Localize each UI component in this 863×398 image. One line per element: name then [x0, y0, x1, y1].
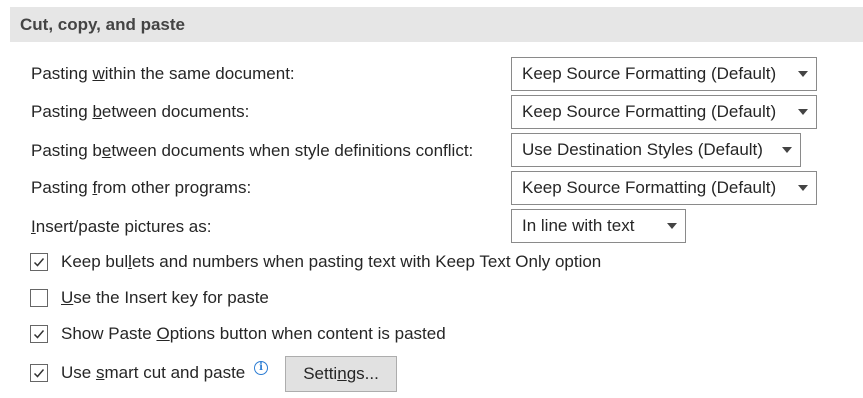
insert-key-checkbox[interactable] — [30, 289, 48, 307]
section-header: Cut, copy, and paste — [10, 7, 863, 42]
paste-options-label[interactable]: Show Paste Options button when content i… — [61, 324, 446, 344]
keep-bullets-checkbox[interactable] — [30, 253, 48, 271]
label-text: rom other programs: — [97, 178, 252, 197]
label-text: mart cut and paste — [104, 363, 246, 382]
label-text: Use — [61, 363, 96, 382]
label-text: Keep bul — [61, 252, 129, 271]
pasting-between-label: Pasting between documents: — [31, 102, 249, 122]
button-text: gs... — [346, 364, 379, 383]
insert-key-label[interactable]: Use the Insert key for paste — [61, 288, 269, 308]
paste-options-checkbox[interactable] — [30, 325, 48, 343]
chevron-down-icon — [798, 109, 808, 115]
label-text: nsert/paste pictures as: — [35, 217, 212, 236]
label-text: ithin the same document: — [104, 64, 295, 83]
checkmark-icon — [33, 330, 45, 339]
label-text: tween documents when style definitions c… — [111, 141, 474, 160]
checkmark-icon — [33, 369, 45, 378]
pictures-label: Insert/paste pictures as: — [31, 217, 212, 237]
dropdown-value: In line with text — [522, 216, 635, 235]
info-icon[interactable]: i — [254, 361, 268, 375]
access-key: b — [92, 102, 102, 121]
label-text: se the Insert key for paste — [73, 288, 269, 307]
label-text: Show Paste — [61, 324, 157, 343]
dropdown-value: Keep Source Formatting (Default) — [522, 102, 777, 121]
settings-button[interactable]: Settings... — [285, 356, 397, 392]
other-programs-dropdown[interactable]: Keep Source Formatting (Default) — [511, 171, 817, 205]
access-key: U — [61, 288, 74, 307]
label-text: ets and numbers when pasting text with K… — [131, 252, 602, 271]
access-key: O — [156, 324, 170, 343]
keep-bullets-label[interactable]: Keep bullets and numbers when pasting te… — [61, 252, 601, 272]
style-conflict-label: Pasting between documents when style def… — [31, 141, 473, 161]
chevron-down-icon — [798, 71, 808, 77]
pasting-between-dropdown[interactable]: Keep Source Formatting (Default) — [511, 95, 817, 129]
smart-cut-label[interactable]: Use smart cut and paste — [61, 363, 245, 383]
access-key: n — [337, 364, 347, 383]
label-text: etween documents: — [101, 102, 250, 121]
pasting-within-label: Pasting within the same document: — [31, 64, 295, 84]
chevron-down-icon — [798, 185, 808, 191]
button-text: Setti — [303, 364, 338, 383]
label-text: ptions button when content is pasted — [169, 324, 446, 343]
access-key: e — [101, 141, 112, 160]
dropdown-value: Use Destination Styles (Default) — [522, 140, 763, 159]
dropdown-value: Keep Source Formatting (Default) — [522, 178, 777, 197]
chevron-down-icon — [667, 223, 677, 229]
pictures-dropdown[interactable]: In line with text — [511, 209, 686, 243]
section-title: Cut, copy, and paste — [20, 15, 185, 34]
style-conflict-dropdown[interactable]: Use Destination Styles (Default) — [511, 133, 801, 167]
pasting-within-dropdown[interactable]: Keep Source Formatting (Default) — [511, 57, 817, 91]
access-key: w — [92, 64, 105, 83]
smart-cut-checkbox[interactable] — [30, 364, 48, 382]
checkmark-icon — [33, 258, 45, 267]
other-programs-label: Pasting from other programs: — [31, 178, 251, 198]
label-text: Pasting — [31, 102, 93, 121]
label-text: Pasting — [31, 178, 93, 197]
chevron-down-icon — [782, 147, 792, 153]
dropdown-value: Keep Source Formatting (Default) — [522, 64, 777, 83]
label-text: Pasting b — [31, 141, 102, 160]
label-text: Pasting — [31, 64, 93, 83]
